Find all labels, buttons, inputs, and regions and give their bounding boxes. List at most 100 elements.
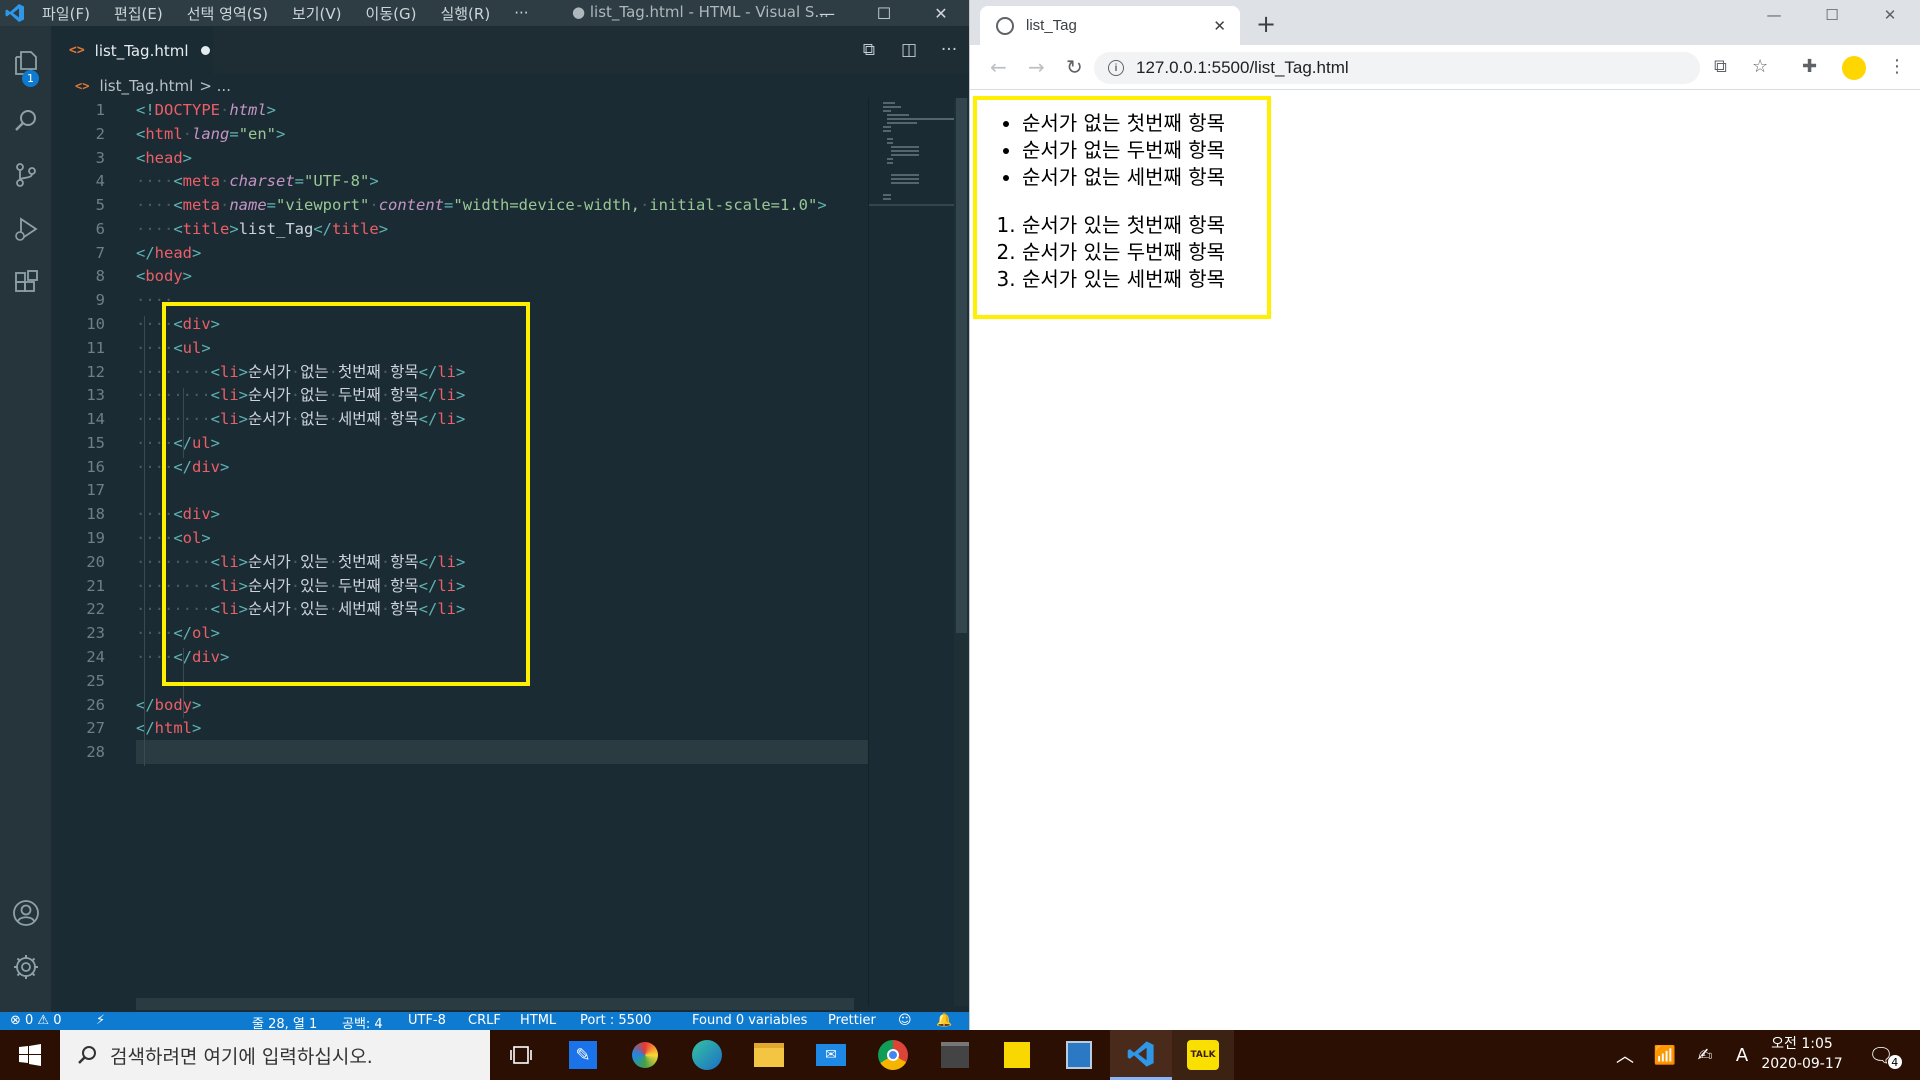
code-line[interactable]: 27 </html> [51, 716, 868, 740]
code-line[interactable]: 1 <!DOCTYPE·html> [51, 98, 868, 122]
breadcrumb-file[interactable]: list_Tag.html [99, 77, 193, 95]
translate-icon[interactable]: ⧉ [1714, 56, 1727, 77]
source-control-icon[interactable] [0, 150, 51, 200]
close-icon[interactable]: ✕ [915, 0, 967, 26]
menu-file[interactable]: 파일(F) [42, 3, 90, 24]
extensions-puzzle-icon[interactable]: ✚ [1802, 56, 1817, 77]
vscode-taskbar-icon[interactable] [1110, 1030, 1172, 1080]
line-number: 14 [86, 410, 105, 429]
code-line[interactable]: 8 <body> [51, 264, 868, 288]
cursor-position[interactable]: 줄 28, 열 1 [252, 1013, 317, 1030]
reload-icon[interactable]: ↻ [1066, 55, 1083, 79]
menu-run[interactable]: 실행(R) [440, 3, 490, 24]
settings-gear-icon[interactable] [0, 942, 51, 992]
problems-status[interactable]: ⊗ 0 ⚠ 0 [10, 1013, 62, 1028]
browser-minimize-icon[interactable]: — [1746, 0, 1802, 30]
tab-close-icon[interactable]: ✕ [1213, 17, 1226, 35]
pen-app-icon[interactable]: ✎ [552, 1030, 614, 1080]
variables-status[interactable]: Found 0 variables [692, 1013, 807, 1028]
live-server-port[interactable]: Port : 5500 [580, 1013, 652, 1028]
back-arrow-icon[interactable]: ← [990, 55, 1007, 79]
code-line[interactable]: 28 [51, 740, 868, 764]
forward-arrow-icon[interactable]: → [1028, 55, 1045, 79]
menu-view[interactable]: 보기(V) [292, 3, 342, 24]
windows-start-icon[interactable] [0, 1030, 60, 1080]
file-explorer-icon[interactable] [738, 1030, 800, 1080]
vscode-window: 파일(F) 편집(E) 선택 영역(S) 보기(V) 이동(G) 실행(R) ·… [0, 0, 969, 1030]
feedback-icon[interactable]: ☺ [898, 1013, 912, 1028]
code-line[interactable]: 5 ····<meta·name="viewport"·content="widt… [51, 193, 868, 217]
show-hidden-icons-icon[interactable]: ︿ [1610, 1030, 1640, 1080]
eol-status[interactable]: CRLF [468, 1013, 501, 1028]
account-icon[interactable] [0, 888, 51, 938]
split-editor-icon[interactable]: ◫ [889, 40, 929, 60]
browser-tab[interactable]: list_Tag ✕ [980, 6, 1240, 45]
code-text: </head> [136, 243, 202, 262]
taskbar-search-placeholder: 검색하려면 여기에 입력하십시오. [110, 1045, 373, 1068]
horizontal-scrollbar[interactable] [136, 998, 854, 1010]
chrome-menu-icon[interactable]: ⋮ [1888, 56, 1906, 77]
calculator-app-icon[interactable] [1048, 1030, 1110, 1080]
indentation-status[interactable]: 공백: 4 [342, 1013, 383, 1030]
kakaotalk-icon[interactable]: TALK [1172, 1030, 1234, 1080]
browser-tab-title: list_Tag [1026, 17, 1077, 34]
tab-list-tag[interactable]: <> list_Tag.html [51, 26, 213, 74]
menu-edit[interactable]: 편집(E) [114, 3, 163, 24]
minimize-icon[interactable]: — [801, 0, 853, 26]
notification-center-icon[interactable]: 🗨 4 [1860, 1030, 1910, 1080]
line-number: 27 [86, 719, 105, 738]
site-info-icon[interactable]: i [1108, 60, 1124, 76]
explorer-icon[interactable]: 1 [0, 38, 51, 88]
ime-indicator[interactable]: A [1730, 1030, 1754, 1080]
network-icon[interactable]: 📶 [1650, 1030, 1680, 1080]
menu-selection[interactable]: 선택 영역(S) [187, 3, 268, 24]
live-share-icon[interactable]: ⚡ [96, 1013, 105, 1028]
browser-maximize-icon[interactable]: ☐ [1804, 0, 1860, 30]
taskbar-search-box[interactable]: 검색하려면 여기에 입력하십시오. [60, 1030, 490, 1080]
prettier-status[interactable]: Prettier [828, 1013, 876, 1028]
line-number: 20 [86, 552, 105, 571]
system-clock[interactable]: 오전 1:05 2020-09-17 [1754, 1034, 1850, 1074]
notifications-bell-icon[interactable]: 🔔 [936, 1013, 952, 1028]
vertical-scrollbar[interactable] [954, 98, 969, 1006]
pen-input-icon[interactable]: ✍ [1690, 1030, 1720, 1080]
line-number: 26 [86, 695, 105, 714]
breadcrumb-rest[interactable]: > ... [199, 77, 231, 95]
code-line[interactable]: 2 <html·lang="en"> [51, 122, 868, 146]
chrome-app-icon[interactable] [862, 1030, 924, 1080]
menu-go[interactable]: 이동(G) [366, 3, 417, 24]
minimap[interactable] [868, 98, 958, 1006]
ordered-item: 순서가 있는 두번째 항목 [1022, 239, 1225, 266]
mail-app-icon[interactable]: ✉ [800, 1030, 862, 1080]
open-preview-icon[interactable]: ⧉ [849, 40, 889, 60]
code-line[interactable]: 7 </head> [51, 241, 868, 265]
code-text: </html> [136, 719, 202, 738]
code-line[interactable]: 26 </body> [51, 693, 868, 717]
language-status[interactable]: HTML [520, 1013, 556, 1028]
bookmark-star-icon[interactable]: ☆ [1752, 56, 1768, 77]
paint-app-icon[interactable] [614, 1030, 676, 1080]
store-app-icon[interactable] [924, 1030, 986, 1080]
task-view-icon[interactable] [490, 1030, 552, 1080]
scrollbar-thumb[interactable] [956, 98, 967, 633]
editor-actions: ⧉ ◫ ··· [849, 26, 969, 74]
code-line[interactable]: 6 ····<title>list_Tag</title> [51, 217, 868, 241]
line-number: 28 [86, 743, 105, 762]
maximize-icon[interactable]: ☐ [858, 0, 910, 26]
new-tab-icon[interactable]: + [1256, 10, 1276, 38]
line-number: 23 [86, 624, 105, 643]
browser-close-icon[interactable]: ✕ [1862, 0, 1918, 30]
search-icon[interactable] [0, 96, 51, 146]
encoding-status[interactable]: UTF-8 [408, 1013, 446, 1028]
extensions-icon[interactable] [0, 258, 51, 308]
more-actions-icon[interactable]: ··· [929, 40, 969, 60]
code-line[interactable]: 3 <head> [51, 146, 868, 170]
run-debug-icon[interactable] [0, 204, 51, 254]
profile-avatar[interactable] [1842, 56, 1866, 80]
unsaved-dot-icon[interactable] [200, 46, 210, 55]
menu-more[interactable]: ··· [514, 4, 528, 22]
sticky-notes-icon[interactable] [986, 1030, 1048, 1080]
code-line[interactable]: 4 ····<meta·charset="UTF-8"> [51, 169, 868, 193]
edge-browser-icon[interactable] [676, 1030, 738, 1080]
address-bar[interactable]: i 127.0.0.1:5500/list_Tag.html [1094, 52, 1700, 84]
